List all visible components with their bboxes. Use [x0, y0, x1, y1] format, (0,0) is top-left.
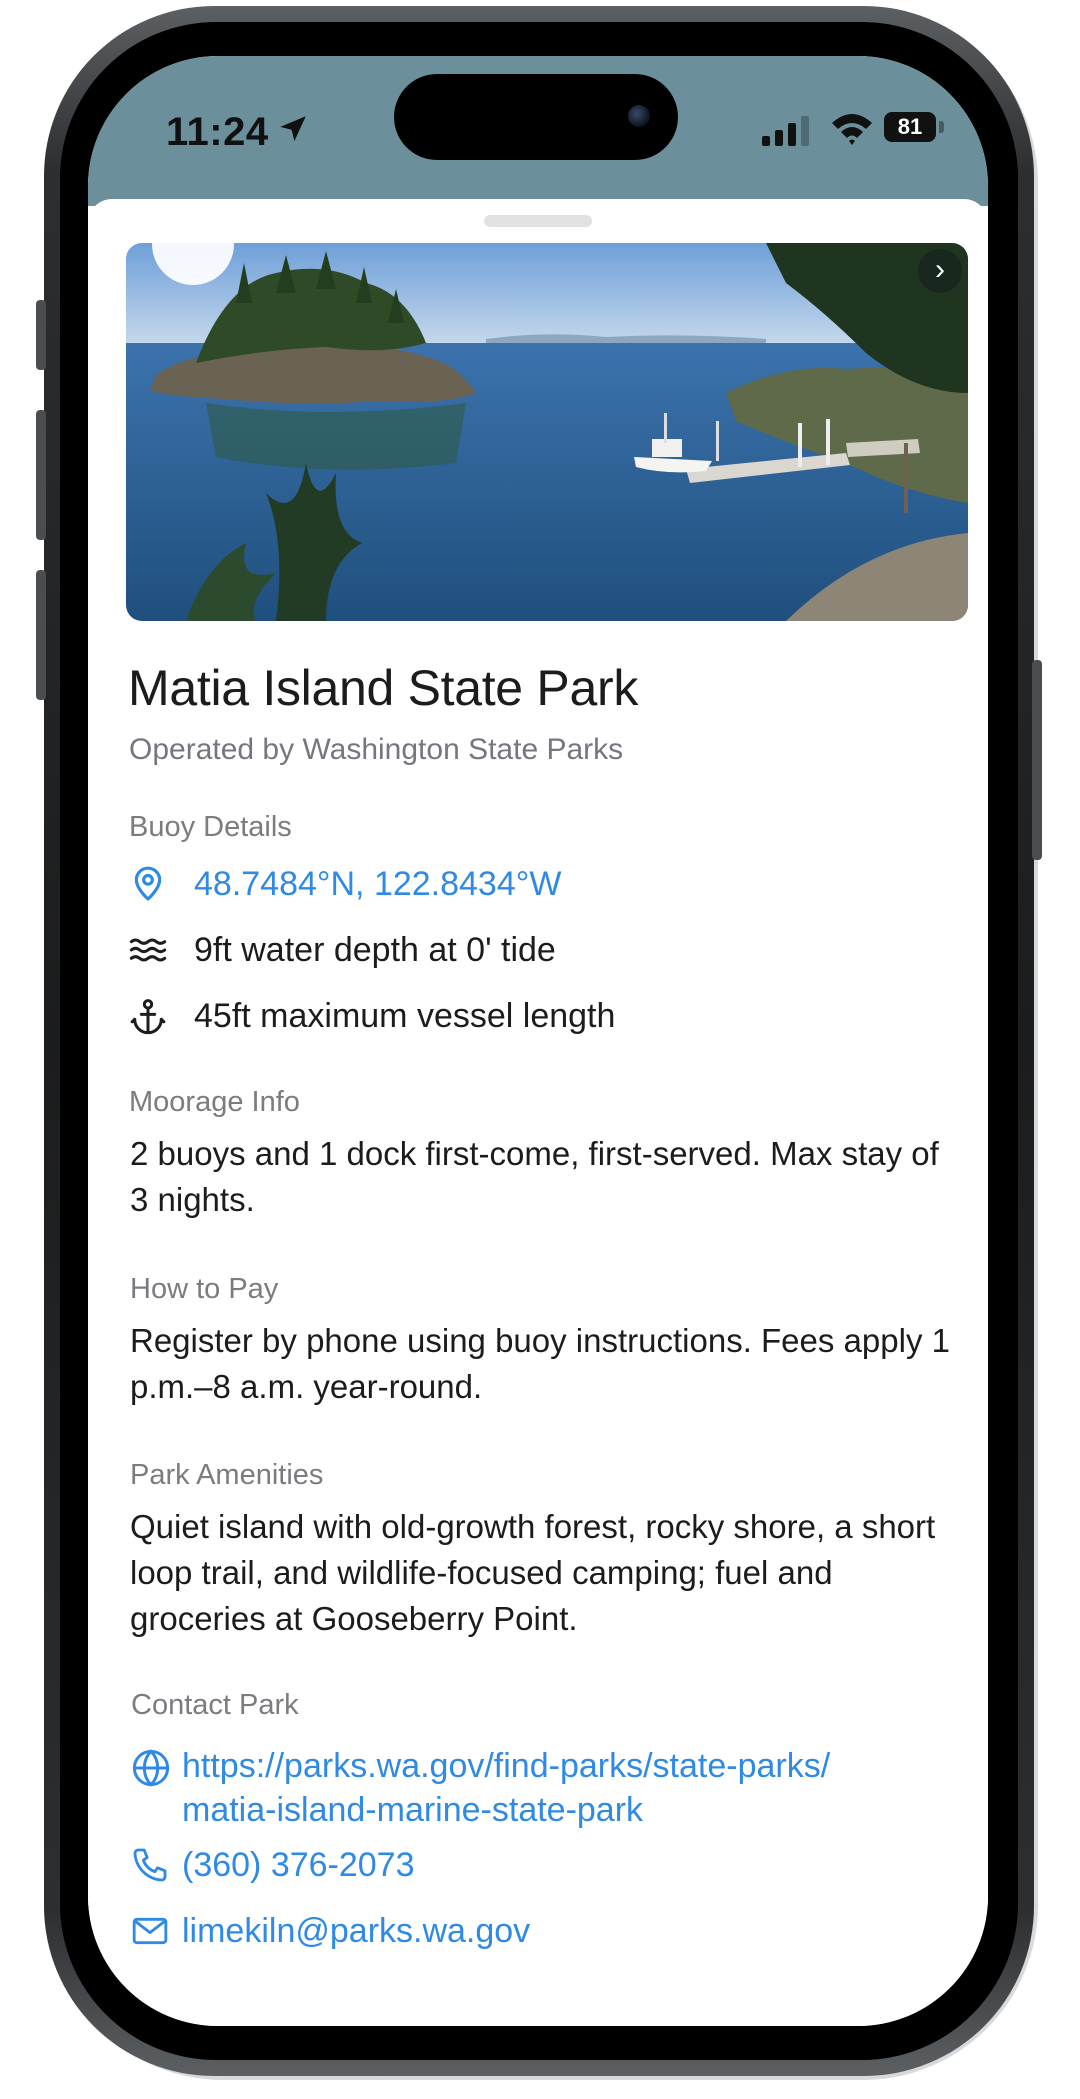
wifi-icon: [832, 114, 872, 145]
how-to-pay-text: Register by phone using buoy instruction…: [130, 1322, 950, 1405]
coordinates-row[interactable]: 48.7484°N, 122.8434°W: [128, 861, 561, 907]
moorage-info-text: 2 buoys and 1 dock first-come, first-ser…: [130, 1135, 939, 1218]
status-time: 11:24: [166, 110, 269, 154]
park-amenities-label: Park Amenities: [130, 1459, 324, 1491]
chevron-right-icon[interactable]: ›: [918, 249, 962, 293]
park-title: Matia Island State Park: [128, 660, 639, 716]
power-button: [1032, 660, 1042, 860]
map-pin-icon: [134, 866, 162, 901]
vessel-length-row: 45ft maximum vessel length: [128, 993, 615, 1039]
waves-icon: [129, 938, 167, 962]
action-button: [36, 300, 46, 370]
how-to-pay-label: How to Pay: [130, 1273, 279, 1305]
anchor-icon: [130, 999, 166, 1035]
coordinates-link[interactable]: 48.7484°N, 122.8434°W: [194, 865, 561, 904]
contact-park-label: Contact Park: [131, 1689, 299, 1721]
email-link[interactable]: limekiln@parks.wa.gov: [182, 1912, 530, 1951]
park-operator: Operated by Washington State Parks: [129, 733, 624, 766]
front-camera: [628, 105, 650, 127]
cellular-signal-icon: [762, 116, 809, 146]
location-arrow-icon: [280, 116, 306, 142]
moorage-info-label: Moorage Info: [129, 1086, 300, 1118]
battery-icon: 81: [884, 112, 936, 142]
depth-row: 9ft water depth at 0' tide: [128, 927, 556, 973]
volume-down-button: [36, 570, 46, 700]
volume-up-button: [36, 410, 46, 540]
park-detail-sheet[interactable]: › Matia Island State Park Operated by Wa…: [88, 199, 988, 2026]
website-link-line-1[interactable]: https://parks.wa.gov/find-parks/state-pa…: [182, 1744, 830, 1788]
screen: 11:24 81 › Matia Island State Park Opera…: [88, 56, 988, 2026]
status-bar: 11:24 81: [88, 56, 988, 206]
water-depth-text: 9ft water depth at 0' tide: [194, 930, 556, 969]
phone-link[interactable]: (360) 376-2073: [182, 1846, 415, 1885]
phone-row[interactable]: (360) 376-2073: [130, 1842, 415, 1888]
globe-icon: [132, 1749, 170, 1787]
sheet-grabber[interactable]: [484, 215, 592, 227]
mail-icon: [132, 1917, 168, 1945]
battery-tip: [939, 121, 944, 133]
max-vessel-length-text: 45ft maximum vessel length: [194, 996, 616, 1035]
park-photo[interactable]: ›: [126, 243, 968, 621]
buoy-details-label: Buoy Details: [129, 811, 292, 843]
website-link-line-2[interactable]: matia-island-marine-state-park: [182, 1788, 830, 1832]
website-link[interactable]: https://parks.wa.gov/find-parks/state-pa…: [182, 1744, 830, 1832]
park-amenities-text: Quiet island with old-growth forest, roc…: [130, 1508, 936, 1637]
email-row[interactable]: limekiln@parks.wa.gov: [130, 1908, 530, 1954]
phone-icon: [133, 1848, 167, 1882]
battery-level: 81: [897, 114, 923, 139]
